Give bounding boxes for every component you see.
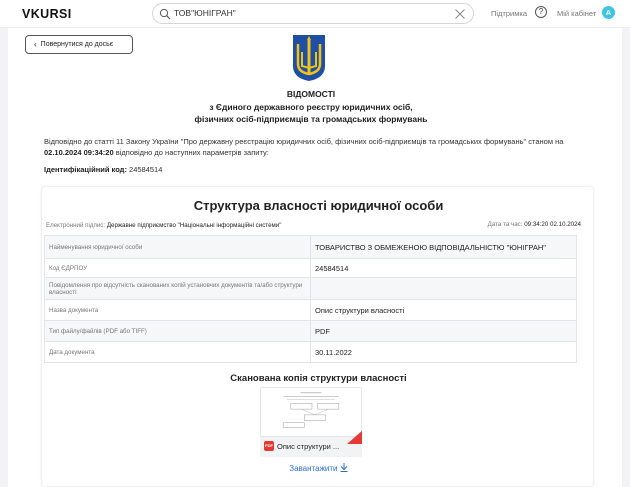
title-line-2: з Єдиного державного реєстру юридичних о…: [209, 101, 413, 112]
table-row: Назва документа Опис структури власності: [44, 299, 577, 321]
date-time-value: 09:34:20 02.10.2024: [524, 221, 581, 228]
table-row: Найменування юридичної особи ТОВАРИСТВО …: [44, 235, 577, 259]
intro-text-part-1: Відповідно до статті 11 Закону України "…: [44, 137, 564, 146]
search-box[interactable]: ТОВ"ЮНІГРАН": [152, 3, 474, 24]
search-icon: [159, 8, 171, 20]
chevron-left-icon: ‹: [34, 40, 37, 49]
main-panel: ‹ Повернутися до досьє ВІДОМОСТІ з Єдино…: [8, 28, 622, 487]
back-button[interactable]: ‹ Повернутися до досьє: [25, 35, 133, 54]
file-name: Опис структури ...: [277, 442, 340, 451]
page-title: ВІДОМОСТІ з Єдиного державного реєстру ю…: [108, 88, 514, 126]
document-thumbnail[interactable]: PDF Опис структури ...: [260, 387, 362, 457]
row-key: Найменування юридичної особи: [44, 235, 311, 259]
search-input[interactable]: ТОВ"ЮНІГРАН": [174, 8, 236, 18]
electronic-signature: Електронний підпис: Державне підприємств…: [46, 222, 281, 229]
row-value: 30.11.2022: [310, 341, 577, 363]
back-button-label: Повернутися до досьє: [40, 41, 114, 48]
signature-label: Електронний підпис:: [46, 222, 106, 229]
title-line-3: фізичних осіб-підприємців та громадських…: [194, 114, 428, 124]
top-bar: VKURSI ТОВ"ЮНІГРАН" Підтримка ? Мій кабі…: [0, 0, 630, 28]
corner-fold-icon: [347, 430, 362, 444]
ownership-card: Структура власності юридичної особи Елек…: [41, 186, 594, 487]
signature-value: Державне підприємство "Національні інфор…: [106, 222, 282, 229]
card-title: Структура власності юридичної особи: [193, 198, 444, 213]
intro-datetime: 02.10.2024 09:34:20: [44, 148, 114, 157]
info-table: Найменування юридичної особи ТОВАРИСТВО …: [44, 235, 577, 363]
row-value: ТОВАРИСТВО З ОБМЕЖЕНОЮ ВІДПОВІДАЛЬНІСТЮ …: [310, 235, 577, 259]
row-key: Повідомлення про відсутність сканованих …: [44, 277, 311, 300]
id-code-label: Ідентифікаційний код:: [44, 165, 127, 174]
row-key: Код ЄДРПОУ: [44, 258, 311, 278]
table-row: Код ЄДРПОУ 24584514: [44, 258, 577, 278]
table-row: Повідомлення про відсутність сканованих …: [44, 277, 577, 300]
cabinet-link[interactable]: Мій кабінет: [557, 9, 596, 18]
download-link[interactable]: Завантажити: [42, 463, 595, 473]
table-row: Дата документа 30.11.2022: [44, 341, 577, 363]
logo[interactable]: VKURSI: [22, 7, 72, 21]
support-link[interactable]: Підтримка: [491, 9, 527, 18]
avatar[interactable]: A: [602, 6, 615, 19]
scan-title: Сканована копія структури власності: [230, 373, 407, 384]
row-key: Назва документа: [44, 299, 311, 321]
coat-of-arms-icon: [293, 35, 325, 81]
intro-text-part-2: відповідно до наступних параметрів запит…: [113, 148, 269, 157]
download-label: Завантажити: [289, 464, 338, 473]
title-line-1: ВІДОМОСТІ: [286, 89, 336, 99]
download-icon: [340, 463, 348, 472]
row-value: [310, 277, 577, 300]
id-code: Ідентифікаційний код: 24584514: [44, 165, 162, 174]
row-key: Дата документа: [44, 341, 311, 363]
pdf-badge: PDF: [264, 441, 274, 451]
help-icon[interactable]: ?: [535, 6, 547, 18]
date-time-label: Дата та час:: [487, 221, 523, 228]
table-row: Тип файлу/файлів (PDF або TIFF) PDF: [44, 320, 577, 342]
id-code-value: 24584514: [129, 165, 163, 174]
row-key: Тип файлу/файлів (PDF або TIFF): [44, 320, 311, 342]
clear-icon[interactable]: [454, 8, 466, 20]
intro-text: Відповідно до статті 11 Закону України "…: [44, 136, 564, 158]
row-value: PDF: [310, 320, 577, 342]
date-time: Дата та час: 09:34:20 02.10.2024: [488, 221, 581, 228]
row-value: 24584514: [310, 258, 577, 278]
row-value: Опис структури власності: [310, 299, 577, 321]
